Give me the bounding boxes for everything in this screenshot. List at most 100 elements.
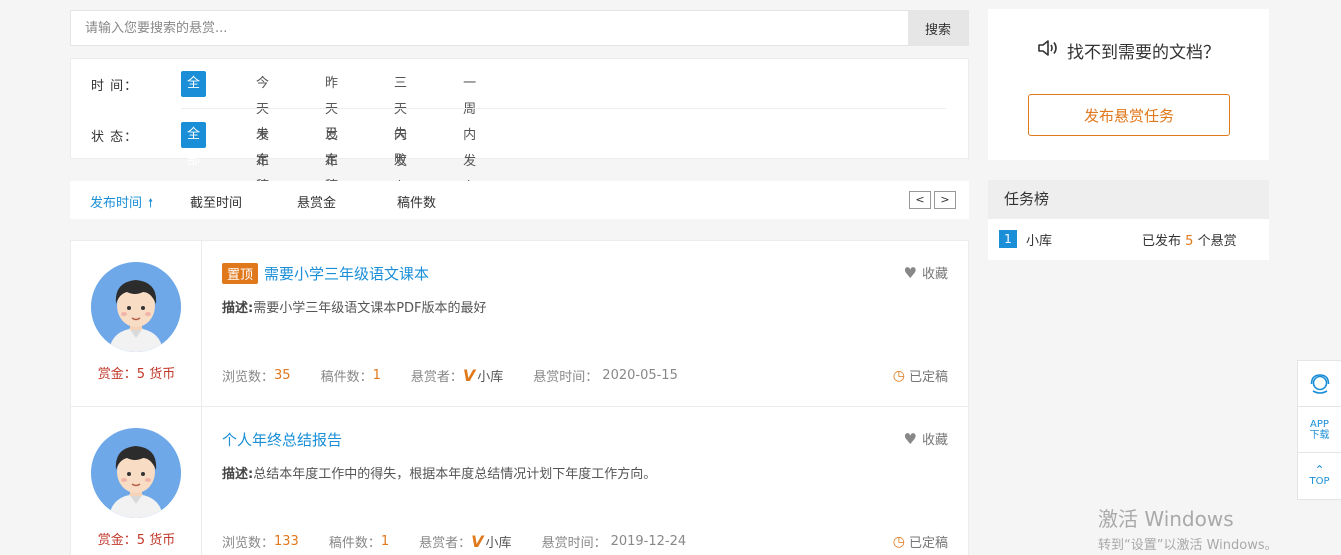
search-button[interactable]: 搜索 bbox=[908, 11, 968, 45]
avatar-image bbox=[91, 428, 181, 518]
sort-deadline[interactable]: 截至时间 bbox=[190, 192, 242, 211]
task-item-left: 赏金：5 货币 bbox=[71, 241, 202, 406]
caret-up-icon: ⌃ bbox=[1314, 463, 1325, 477]
poster-name[interactable]: 小库 bbox=[477, 366, 503, 385]
watermark-line1: 激活 Windows bbox=[1098, 507, 1234, 531]
favorite-button[interactable]: ♥ 收藏 bbox=[903, 263, 948, 283]
app-download-button[interactable]: APP 下载 bbox=[1298, 407, 1341, 453]
drafts: 稿件数： 1 bbox=[321, 366, 381, 385]
post-time: 悬赏时间： 2020-05-15 bbox=[533, 366, 678, 385]
not-found-text: 找不到需要的文档？ bbox=[1067, 43, 1220, 63]
speaker-icon-svg bbox=[1038, 40, 1057, 56]
description-label: 描述: bbox=[222, 467, 254, 482]
task-status-label: 已定稿 bbox=[908, 370, 948, 385]
task-status: ◷ 已定稿 bbox=[892, 366, 948, 386]
clock-icon: ◷ bbox=[892, 533, 905, 550]
task-title[interactable]: 个人年终总结报告 bbox=[222, 429, 342, 450]
views-label: 浏览数： bbox=[222, 536, 275, 551]
not-found-prompt: 找不到需要的文档？ bbox=[988, 38, 1269, 63]
publish-box: 找不到需要的文档？ 发布悬赏任务 bbox=[988, 9, 1269, 160]
pinned-badge: 置顶 bbox=[222, 263, 259, 284]
reward-amount: 赏金：5 货币 bbox=[97, 533, 176, 548]
search-input[interactable] bbox=[71, 11, 909, 45]
description-text: 需要小学三年级语文课本PDF版本的最好 bbox=[253, 301, 487, 316]
favorite-label: 收藏 bbox=[921, 433, 948, 448]
heart-icon: ♥ bbox=[903, 263, 917, 282]
poster-name[interactable]: 小库 bbox=[486, 532, 512, 551]
task-item: 赏金：5 货币 置顶 需要小学三年级语文课本 ♥ 收藏 描述:需要小学三年级语文课… bbox=[71, 241, 968, 407]
drafts-label: 稿件数： bbox=[320, 370, 373, 385]
views-count: 133 bbox=[274, 534, 299, 549]
reward-amount: 赏金：5 货币 bbox=[97, 367, 176, 382]
post-time-value: 2019-12-24 bbox=[610, 534, 687, 549]
clock-icon: ◷ bbox=[892, 367, 905, 384]
avatar-image bbox=[91, 262, 181, 352]
post-time-label: 悬赏时间： bbox=[533, 370, 599, 385]
sort-bar: 发布时间 🠕 截至时间 悬赏金 稿件数 < > bbox=[70, 181, 969, 219]
views: 浏览数： 133 bbox=[222, 532, 299, 551]
vip-badge-icon: V bbox=[471, 532, 484, 551]
drafts-count: 1 bbox=[372, 368, 381, 383]
filter-options-time: 全部 今天发布 昨天发布 三天内发布 一周内发布 bbox=[181, 71, 482, 195]
task-ranking: 任务榜 1 小库 已发布 5 个悬赏 bbox=[988, 180, 1269, 260]
task-title[interactable]: 需要小学三年级语文课本 bbox=[264, 263, 429, 284]
floating-toolbar: APP 下载 ⌃ TOP bbox=[1297, 360, 1341, 500]
filter-state-all[interactable]: 全部 bbox=[181, 122, 207, 168]
search-bar: 搜索 bbox=[70, 10, 969, 46]
post-time-label: 悬赏时间： bbox=[541, 536, 607, 551]
drafts: 稿件数： 1 bbox=[329, 532, 389, 551]
watermark-line2: 转到“设置”以激活 Windows。 bbox=[1098, 538, 1278, 553]
task-title-row: 置顶 需要小学三年级语文课本 bbox=[222, 263, 429, 284]
filter-options-state: 全部 未定稿 已定稿 失败 bbox=[181, 122, 413, 194]
avatar[interactable] bbox=[91, 262, 181, 352]
filter-time-yesterday[interactable]: 昨天发布 bbox=[319, 71, 344, 169]
favorite-button[interactable]: ♥ 收藏 bbox=[904, 429, 948, 449]
pager-next-button[interactable]: > bbox=[934, 191, 956, 209]
app-download-line2: 下载 bbox=[1309, 429, 1330, 441]
headset-icon bbox=[1310, 373, 1329, 394]
post-time-value: 2020-05-15 bbox=[602, 368, 678, 383]
task-status: ◷ 已定稿 bbox=[892, 532, 948, 552]
filter-state-pending[interactable]: 未定稿 bbox=[250, 122, 275, 194]
rank-count: 已发布 5 个悬赏 bbox=[1142, 230, 1237, 249]
sort-publish-time[interactable]: 发布时间 🠕 bbox=[90, 192, 153, 215]
filter-time-week[interactable]: 一周内发布 bbox=[457, 71, 482, 195]
task-item-body: 个人年终总结报告 ♥ 收藏 描述:总结本年度工作中的得失，根据本年度总结情况计划下… bbox=[222, 407, 948, 555]
sort-drafts[interactable]: 稿件数 bbox=[397, 192, 436, 211]
task-meta: 浏览数： 35 稿件数： 1 悬赏者： V 小库 悬赏时间： 2020-05-15 bbox=[222, 366, 708, 385]
back-to-top-button[interactable]: ⌃ TOP bbox=[1298, 453, 1341, 499]
app-download-line1: APP bbox=[1310, 418, 1329, 430]
drafts-count: 1 bbox=[380, 534, 390, 549]
favorite-label: 收藏 bbox=[921, 267, 948, 282]
avatar[interactable] bbox=[91, 428, 181, 518]
filter-panel: 时 间： 全部 今天发布 昨天发布 三天内发布 一周内发布 状 态： 全部 未定… bbox=[70, 58, 969, 195]
poster: 悬赏者： V 小库 bbox=[411, 366, 503, 385]
filter-state-failed[interactable]: 失败 bbox=[388, 122, 413, 168]
speaker-icon bbox=[1037, 38, 1059, 63]
filter-divider bbox=[181, 108, 946, 109]
filter-time-all[interactable]: 全部 bbox=[181, 71, 207, 117]
filter-time-today[interactable]: 今天发布 bbox=[250, 71, 275, 169]
customer-service-button[interactable] bbox=[1298, 361, 1341, 407]
ranking-title: 任务榜 bbox=[988, 180, 1269, 219]
sort-publish-time-label: 发布时间 bbox=[90, 196, 143, 211]
filter-state-finalized[interactable]: 已定稿 bbox=[319, 122, 344, 194]
description-label: 描述: bbox=[222, 301, 254, 316]
task-description: 描述:需要小学三年级语文课本PDF版本的最好 bbox=[222, 297, 487, 316]
drafts-label: 稿件数： bbox=[328, 536, 381, 551]
views: 浏览数： 35 bbox=[222, 366, 291, 385]
rank-number: 1 bbox=[999, 230, 1017, 248]
pager-prev-button[interactable]: < bbox=[909, 191, 931, 209]
filter-time-three-days[interactable]: 三天内发布 bbox=[388, 71, 413, 195]
task-title-row: 个人年终总结报告 bbox=[222, 429, 342, 450]
description-text: 总结本年度工作中的得失，根据本年度总结情况计划下年度工作方向。 bbox=[253, 467, 657, 482]
publish-reward-button[interactable]: 发布悬赏任务 bbox=[1028, 94, 1230, 136]
rank-user[interactable]: 小库 bbox=[1026, 230, 1052, 249]
rank-count-post: 个悬赏 bbox=[1197, 233, 1237, 249]
task-item-body: 置顶 需要小学三年级语文课本 ♥ 收藏 描述:需要小学三年级语文课本PDF版本的最… bbox=[222, 241, 948, 406]
poster: 悬赏者： V 小库 bbox=[419, 532, 511, 551]
task-item: 赏金：5 货币 个人年终总结报告 ♥ 收藏 描述:总结本年度工作中的得失，根据本年… bbox=[71, 407, 968, 555]
task-status-label: 已定稿 bbox=[908, 536, 948, 551]
sort-reward[interactable]: 悬赏金 bbox=[297, 192, 336, 211]
views-label: 浏览数： bbox=[222, 370, 275, 385]
